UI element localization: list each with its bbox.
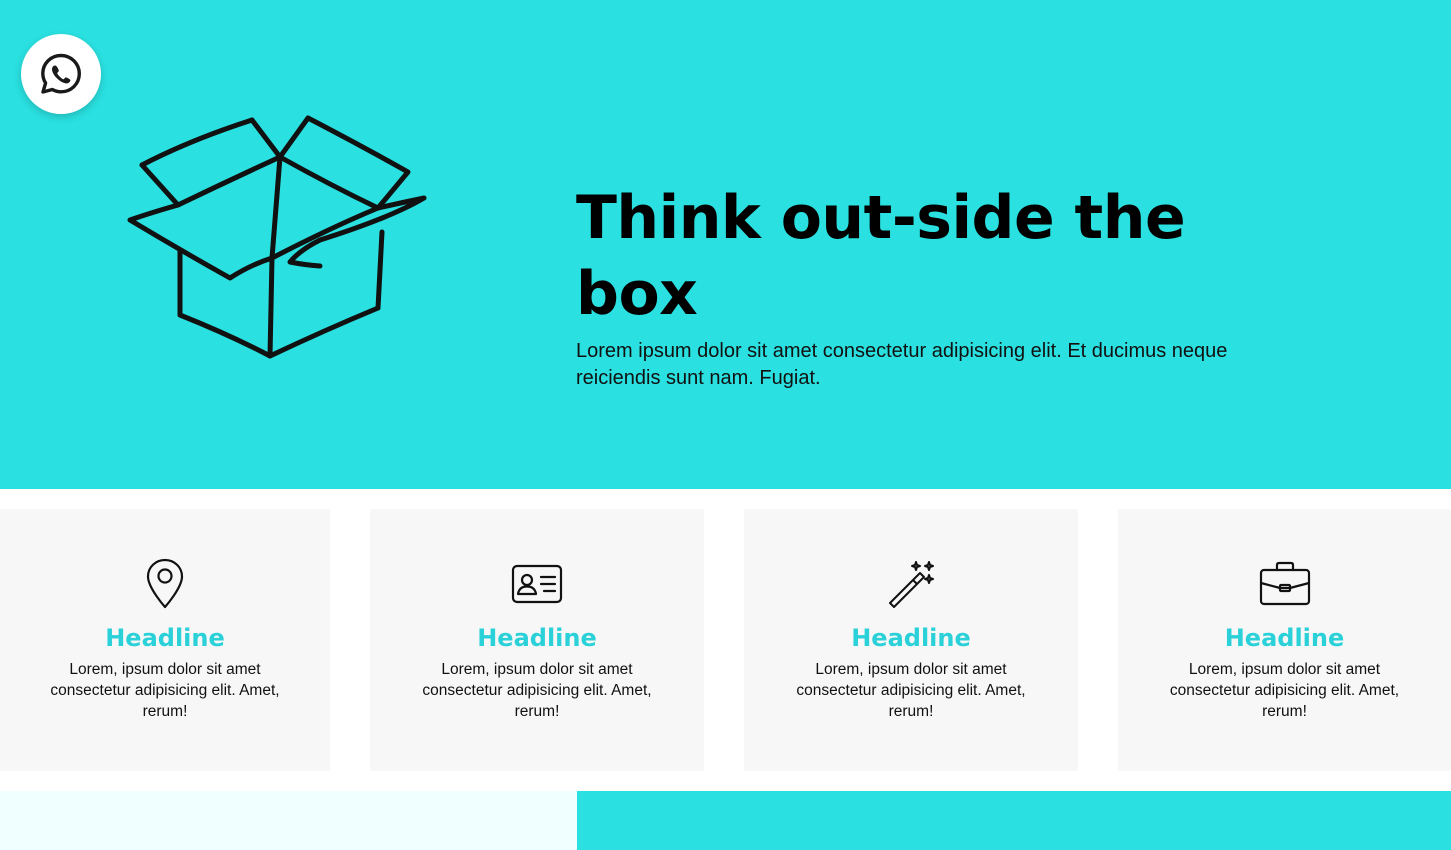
location-pin-icon bbox=[138, 557, 192, 611]
feature-text: Lorem, ipsum dolor sit amet consectetur … bbox=[796, 661, 1026, 720]
whatsapp-icon bbox=[39, 52, 83, 96]
feature-card: Headline Lorem, ipsum dolor sit amet con… bbox=[1118, 509, 1451, 771]
feature-text: Lorem, ipsum dolor sit amet consectetur … bbox=[422, 661, 652, 720]
feature-text: Lorem, ipsum dolor sit amet consectetur … bbox=[1169, 661, 1400, 720]
features-section: Headline Lorem, ipsum dolor sit amet con… bbox=[0, 509, 1451, 771]
hero-title: Think out-side the box bbox=[576, 183, 1186, 329]
open-box-illustration bbox=[120, 110, 440, 370]
hero-section: Think out-side the box Lorem ipsum dolor… bbox=[0, 0, 1451, 489]
briefcase-icon bbox=[1258, 557, 1312, 611]
id-card-icon bbox=[510, 557, 564, 611]
feature-headline: Headline bbox=[105, 624, 225, 652]
feature-headline: Headline bbox=[1224, 624, 1345, 652]
feature-headline: Headline bbox=[477, 624, 597, 652]
feature-card: Headline Lorem, ipsum dolor sit amet con… bbox=[0, 509, 330, 771]
feature-card: Headline Lorem, ipsum dolor sit amet con… bbox=[744, 509, 1078, 771]
magic-wand-icon bbox=[884, 557, 938, 611]
feature-headline: Headline bbox=[851, 624, 971, 652]
feature-text: Lorem, ipsum dolor sit amet consectetur … bbox=[50, 661, 280, 720]
bottom-left-section bbox=[0, 791, 577, 850]
bottom-right-section bbox=[577, 791, 1451, 850]
feature-card: Headline Lorem, ipsum dolor sit amet con… bbox=[370, 509, 704, 771]
whatsapp-button[interactable] bbox=[21, 34, 101, 114]
hero-subtitle: Lorem ipsum dolor sit amet consectetur a… bbox=[576, 340, 1228, 389]
hero-text-block: Think out-side the box Lorem ipsum dolor… bbox=[576, 180, 1296, 392]
